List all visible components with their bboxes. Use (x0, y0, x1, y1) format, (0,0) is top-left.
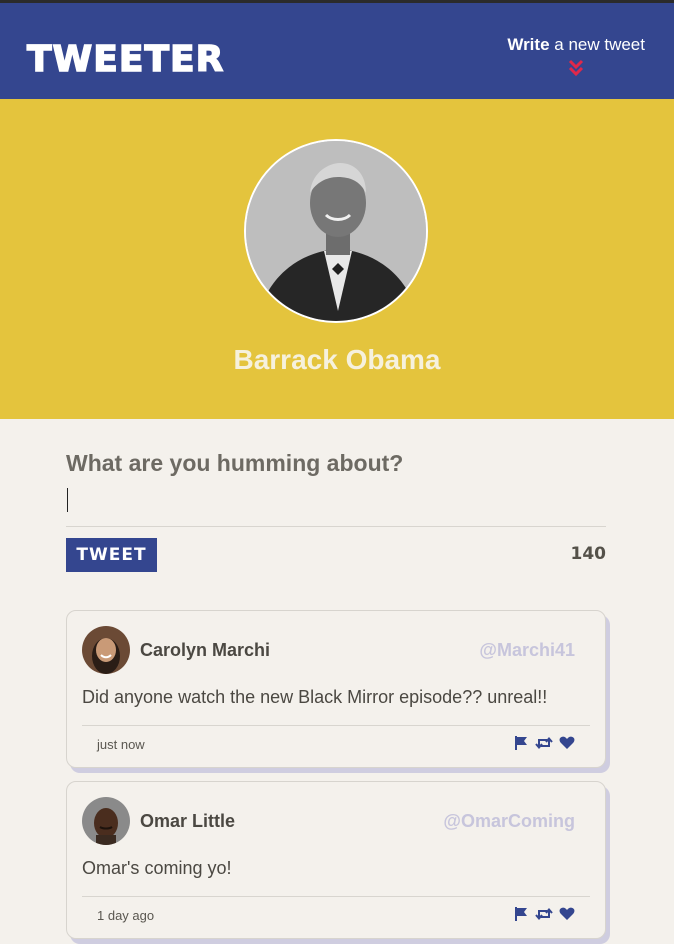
tweet-divider (82, 896, 590, 897)
tweet-card: Carolyn Marchi @Marchi41 Did anyone watc… (66, 610, 606, 768)
tweet-actions (513, 906, 575, 922)
text-cursor (67, 488, 68, 512)
tweet-timestamp: just now (97, 737, 145, 752)
tweet-author-handle[interactable]: @Marchi41 (479, 640, 575, 661)
tweet-body: Did anyone watch the new Black Mirror ep… (82, 687, 548, 707)
brand-logo: TWEETER (26, 38, 225, 81)
compose-form: What are you humming about? TWEET 140 (66, 450, 606, 572)
tweet-actions (513, 735, 575, 751)
tweet-timestamp: 1 day ago (97, 908, 155, 923)
navbar: TWEETER Write a new tweet (0, 3, 674, 99)
tweet-button[interactable]: TWEET (66, 538, 157, 572)
profile-name: Barrack Obama (233, 344, 441, 375)
retweet-icon[interactable] (535, 735, 553, 751)
compose-toggle-bold: Write (507, 35, 550, 54)
tweet-avatar (82, 626, 130, 674)
tweet-avatar (82, 797, 130, 845)
compose-label: What are you humming about? (66, 450, 404, 476)
compose-toggle-button[interactable]: Write a new tweet (507, 35, 645, 77)
profile-avatar (244, 139, 428, 323)
tweet-author-handle[interactable]: @OmarComing (443, 811, 575, 832)
tweet-card: Omar Little @OmarComing Omar's coming yo… (66, 781, 606, 939)
tweet-text-input[interactable] (66, 487, 606, 527)
tweet-body: Omar's coming yo! (82, 858, 232, 878)
heart-icon[interactable] (559, 906, 575, 922)
profile-banner: Barrack Obama (0, 99, 674, 419)
tweet-author-name: Carolyn Marchi (140, 640, 271, 660)
flag-icon[interactable] (513, 735, 529, 751)
chevron-double-down-icon (569, 59, 584, 77)
flag-icon[interactable] (513, 906, 529, 922)
character-counter: 140 (570, 544, 607, 564)
heart-icon[interactable] (559, 735, 575, 751)
retweet-icon[interactable] (535, 906, 553, 922)
tweet-author-name: Omar Little (140, 811, 236, 831)
tweet-divider (82, 725, 590, 726)
compose-toggle-text: a new tweet (554, 35, 645, 54)
